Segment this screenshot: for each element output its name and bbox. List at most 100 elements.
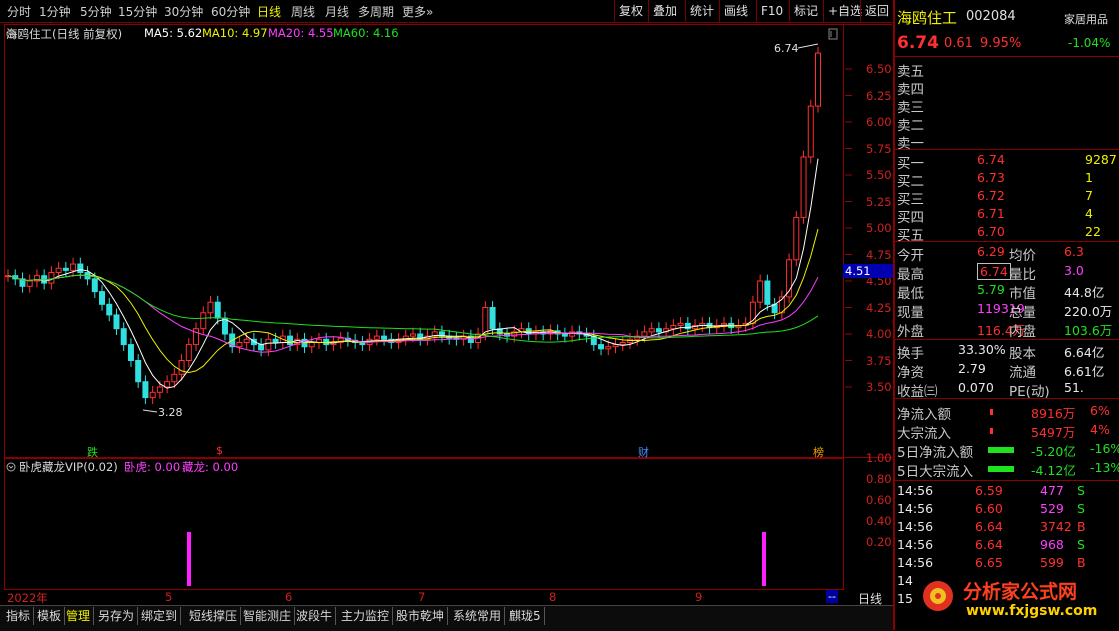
- candle-body: [156, 386, 163, 393]
- stat-value: 3.0: [1064, 263, 1084, 278]
- stat-label: 量比: [1009, 267, 1036, 283]
- candle-body: [373, 335, 380, 340]
- tick-side: S: [1077, 501, 1085, 516]
- watermark-logo-icon: [918, 574, 958, 618]
- candle-body: [793, 216, 800, 261]
- flow-pct: 4%: [1090, 422, 1110, 437]
- stat-value: 103.6万: [1064, 323, 1113, 338]
- flow-label: 大宗流入: [897, 426, 951, 442]
- fund-value: 6.64亿: [1064, 345, 1105, 360]
- tick-price: 6.65: [975, 555, 1003, 570]
- stat-value: 220.0万: [1064, 304, 1113, 319]
- tick-price: 6.64: [975, 537, 1003, 552]
- bid-price: 6.70: [977, 224, 1005, 239]
- axis-corner-dash[interactable]: --: [826, 590, 838, 603]
- bid-label: 买三: [897, 192, 924, 208]
- bottom-tab-0[interactable]: 指标: [3, 607, 35, 625]
- bottom-tab-10[interactable]: 系统常用: [450, 607, 506, 625]
- candlestick-plot[interactable]: 6.74 3.28: [0, 0, 893, 460]
- bid-volume: 22: [1085, 224, 1101, 239]
- date-axis-label: 8: [549, 590, 557, 604]
- candle-body: [308, 341, 315, 348]
- stat-label: 市值: [1009, 286, 1036, 302]
- bottom-tab-3[interactable]: 另存为: [95, 607, 139, 625]
- candle-body: [648, 328, 655, 333]
- bottom-tab-6[interactable]: 智能测庄: [240, 607, 296, 625]
- bottom-tab-2[interactable]: 管理: [63, 607, 95, 625]
- candle-body: [164, 381, 171, 388]
- tick-time: 14:56: [897, 519, 934, 534]
- candle-body: [243, 338, 250, 343]
- current-price-tag: 4.51: [843, 264, 893, 278]
- bottom-tab-1[interactable]: 模板: [34, 607, 66, 625]
- candle-body: [48, 272, 55, 284]
- candle-body: [142, 381, 149, 399]
- candle-body: [641, 331, 648, 337]
- candle-body: [272, 338, 279, 343]
- stat-value: 6.74: [977, 263, 1011, 280]
- bid-price: 6.72: [977, 188, 1005, 203]
- bottom-tab-9[interactable]: 股市乾坤: [393, 607, 449, 625]
- bottom-tab-7[interactable]: 波段牛: [293, 607, 337, 625]
- candle-body: [193, 328, 200, 346]
- flow-value: -4.12亿: [1031, 463, 1076, 478]
- stat-value: 6.3: [1064, 244, 1084, 259]
- ask-label: 卖五: [897, 64, 924, 80]
- candle-body: [55, 267, 62, 274]
- flow-value: 8916万: [1031, 406, 1076, 421]
- stat-label: 现量: [897, 305, 924, 321]
- panel-change: 0.61: [944, 36, 973, 51]
- candle-body: [258, 344, 265, 351]
- stat-label: 内盘: [1009, 324, 1036, 340]
- panel-industry[interactable]: 家居用品: [1064, 11, 1108, 27]
- candle-body: [655, 328, 662, 333]
- fund-value: 33.30%: [958, 342, 1006, 357]
- stat-label: 最低: [897, 286, 924, 302]
- panel-last-price: 6.74: [897, 33, 939, 53]
- tick-time: 14:56: [897, 501, 934, 516]
- bid-label: 买二: [897, 174, 924, 190]
- candle-body: [764, 280, 771, 305]
- candle-body: [236, 341, 243, 348]
- tick-side: S: [1077, 483, 1085, 498]
- flow-bar: [988, 447, 1014, 453]
- ask-label: 卖二: [897, 118, 924, 134]
- candle-body: [800, 156, 807, 218]
- tick-side: S: [1077, 537, 1085, 552]
- tick-volume: 968: [1040, 537, 1064, 552]
- tick-price: 6.60: [975, 501, 1003, 516]
- candle-body: [605, 346, 612, 350]
- candle-body: [214, 301, 221, 319]
- date-axis-label: 6: [285, 590, 293, 604]
- indicator-signal-bar: [762, 532, 766, 586]
- watermark-name: 分析家公式网: [963, 581, 1078, 603]
- candle-body: [135, 360, 142, 383]
- tick-price: 6.59: [975, 483, 1003, 498]
- flow-label: 5日大宗流入: [897, 464, 974, 480]
- fund-label: 流通: [1009, 365, 1036, 381]
- panel-change-pct: 9.95%: [980, 36, 1022, 51]
- stat-label: 均价: [1009, 248, 1036, 264]
- fund-label: PE(动): [1009, 384, 1050, 400]
- bottom-tab-4[interactable]: 绑定到: [138, 607, 182, 625]
- tick-side: B: [1077, 555, 1086, 570]
- bottom-tab-5[interactable]: 短线撑压: [186, 607, 242, 625]
- flow-value: 5497万: [1031, 425, 1076, 440]
- candle-body: [815, 52, 821, 107]
- stat-value: 44.8亿: [1064, 285, 1105, 300]
- candle-body: [598, 344, 605, 350]
- bottom-tab-8[interactable]: 主力监控: [338, 607, 394, 625]
- bid-volume: 1: [1085, 170, 1093, 185]
- candle-body: [62, 267, 69, 271]
- fund-value: 6.61亿: [1064, 364, 1105, 379]
- bid-volume: 7: [1085, 188, 1093, 203]
- candle-body: [410, 333, 416, 337]
- watermark-url: www.fxjgsw.com: [966, 603, 1098, 619]
- flow-bar: [990, 428, 993, 434]
- stat-label: 今开: [897, 248, 924, 264]
- fund-label: 收益㈢: [897, 384, 938, 400]
- candle-body: [677, 322, 684, 327]
- stat-label: 总量: [1009, 305, 1036, 321]
- bottom-tab-11[interactable]: 麒珑5: [506, 607, 545, 625]
- ma20-line: [7, 274, 819, 353]
